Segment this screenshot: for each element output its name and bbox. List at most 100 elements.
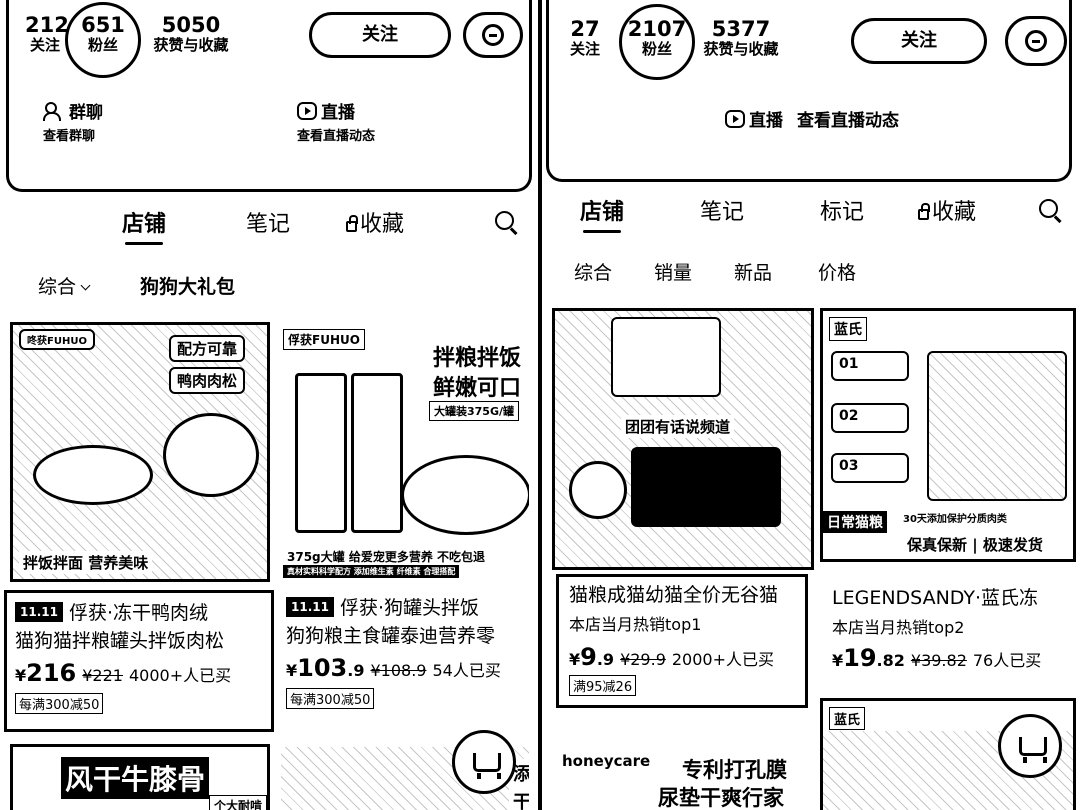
product-card-info[interactable]: 11.11 俘获·冻干鸭肉绒 猫狗猫拌粮罐头拌饭肉松 ¥216 ¥221 4000+人… <box>4 590 274 732</box>
followers-stat[interactable]: 651 粉丝 <box>75 14 131 54</box>
food-bag-graphic <box>927 351 1067 501</box>
coupon-badge: 每满300减50 <box>15 693 104 714</box>
chevron-down-icon <box>80 280 91 291</box>
original-price: ¥39.82 <box>910 651 967 670</box>
filter-new[interactable]: 新品 <box>734 258 772 285</box>
price: ¥103.9 <box>286 654 365 682</box>
cart-icon[interactable] <box>452 730 516 794</box>
original-price: ¥29.9 <box>620 650 666 669</box>
jar-graphic <box>163 413 259 497</box>
image-label: 干 <box>509 787 529 810</box>
following-stat[interactable]: 212 关注 <box>25 13 69 54</box>
dialog-graphic <box>631 447 781 527</box>
image-label: 30天添加保护分质肉类 <box>899 509 1011 526</box>
price-row: ¥19.82 ¥39.82 76人已买 <box>832 644 1078 672</box>
product-title-line2: 猫狗猫拌粮罐头拌饭肉松 <box>15 630 225 652</box>
live-entry[interactable]: 直播 查看直播动态 <box>725 106 899 131</box>
tab-favorites[interactable]: 收藏 <box>346 206 404 238</box>
rank-label: 本店当月热销top2 <box>832 618 965 637</box>
sold-count: 2000+人已买 <box>671 650 775 669</box>
live-icon <box>297 101 317 120</box>
tab-notes[interactable]: 笔记 <box>246 206 290 238</box>
step-label: 01 <box>839 356 859 372</box>
image-headline: 风干牛膝骨 <box>61 757 210 799</box>
following-stat[interactable]: 27 关注 <box>565 18 605 58</box>
product-image[interactable]: 俘获FUHUO 拌粮拌饭 鲜嫩可口 大罐装375G/罐 375g大罐 给爱宠更多… <box>278 322 532 582</box>
likes-stat[interactable]: 5377 获赞与收藏 <box>695 18 787 58</box>
brand-logo: 蓝氏 <box>829 317 867 341</box>
left-screenshot-pane: 212 关注 651 粉丝 5050 获赞与收藏 关注 群聊 查看群聊 直播 查… <box>0 0 538 810</box>
filter-gift-pack[interactable]: 狗狗大礼包 <box>140 272 235 299</box>
original-price: ¥221 <box>82 666 123 685</box>
group-chat-title: 群聊 <box>69 103 103 123</box>
bowl-graphic <box>33 445 153 505</box>
profile-card: 212 关注 651 粉丝 5050 获赞与收藏 关注 群聊 查看群聊 直播 查… <box>6 0 532 192</box>
filter-sales[interactable]: 销量 <box>654 258 692 285</box>
price: ¥19.82 <box>832 644 905 672</box>
bowl-graphic <box>401 455 529 535</box>
can-graphic <box>351 373 403 533</box>
tab-shop[interactable]: 店铺 <box>580 194 624 233</box>
step-panel: 02 <box>831 403 909 433</box>
step-label: 02 <box>839 408 859 424</box>
filter-price[interactable]: 价格 <box>818 258 856 285</box>
following-label: 关注 <box>29 36 60 54</box>
tab-marks[interactable]: 标记 <box>820 194 864 226</box>
followers-count: 651 <box>81 13 125 37</box>
follow-button[interactable]: 关注 <box>851 18 987 64</box>
follow-button[interactable]: 关注 <box>309 12 451 58</box>
followers-stat[interactable]: 2107 粉丝 <box>625 18 689 58</box>
tab-shop[interactable]: 店铺 <box>122 206 166 245</box>
product-image[interactable]: 风干牛膝骨 个大耐啃 <box>10 744 270 810</box>
filter-overall[interactable]: 综合 <box>38 272 91 299</box>
tab-notes[interactable]: 笔记 <box>700 194 744 226</box>
filter-overall[interactable]: 综合 <box>574 258 612 285</box>
live-entry[interactable]: 直播 查看直播动态 <box>297 98 375 144</box>
chat-button[interactable] <box>1005 16 1067 66</box>
live-subtitle: 查看直播动态 <box>297 129 376 144</box>
group-chat-entry[interactable]: 群聊 查看群聊 <box>43 98 103 144</box>
live-subtitle: 查看直播动态 <box>797 111 899 131</box>
tab-favorites-label: 收藏 <box>932 200 977 225</box>
product-card-info[interactable]: LEGENDSANDY·蓝氏冻 本店当月热销top2 ¥19.82 ¥39.82 7… <box>832 584 1078 684</box>
price-row: ¥103.9 ¥108.9 54人已买 <box>286 654 532 682</box>
original-price: ¥108.9 <box>370 661 427 680</box>
following-count: 212 <box>25 13 69 37</box>
step-label: 03 <box>839 458 859 474</box>
tab-favorites-label: 收藏 <box>360 212 405 237</box>
followers-label: 粉丝 <box>87 36 118 54</box>
sold-count: 76人已买 <box>972 651 1042 670</box>
product-card-info[interactable]: 11.11 俘获·狗罐头拌饭 狗狗粮主食罐泰迪营养零 ¥103.9 ¥108.9 54… <box>286 594 532 734</box>
product-image[interactable]: 团团有话说频道 <box>552 308 814 570</box>
tab-favorites[interactable]: 收藏 <box>918 194 976 226</box>
following-label: 关注 <box>569 40 600 58</box>
can-graphic <box>295 373 347 533</box>
image-label: 日常猫粮 <box>823 511 887 533</box>
product-card-info[interactable]: 猫粮成猫幼猫全价无谷猫 本店当月热销top1 ¥9.9 ¥29.9 2000+人已买… <box>556 574 808 708</box>
search-icon[interactable] <box>494 210 520 236</box>
chat-button[interactable] <box>463 12 523 58</box>
cart-icon[interactable] <box>998 714 1062 778</box>
sale-badge: 11.11 <box>15 602 63 622</box>
lock-icon <box>918 203 930 220</box>
chat-icon <box>482 24 504 46</box>
image-headline: 鲜嫩可口 <box>429 369 526 403</box>
brand-logo: honeycare <box>562 752 651 770</box>
brand-logo: 俘获FUHUO <box>283 329 365 350</box>
likes-stat[interactable]: 5050 获赞与收藏 <box>145 14 237 54</box>
product-image[interactable]: 咚获FUHUO 配方可靠 鸭肉肉松 拌饭拌面 营养美味 <box>10 322 270 582</box>
brand-logo: 蓝氏 <box>829 707 866 730</box>
sold-count: 54人已买 <box>432 661 501 680</box>
search-icon[interactable] <box>1038 198 1064 224</box>
product-title-line2: 狗狗粮主食罐泰迪营养零 <box>286 625 496 647</box>
likes-count: 5377 <box>711 17 771 41</box>
brand-tag: 咚获FUHUO <box>19 329 95 350</box>
live-icon <box>725 109 745 128</box>
followers-label: 粉丝 <box>641 40 672 58</box>
chat-icon <box>1025 30 1047 52</box>
product-title-line1: 俘获·狗罐头拌饭 <box>339 597 480 619</box>
group-chat-icon <box>43 101 65 121</box>
product-image[interactable]: 蓝氏 01 02 03 日常猫粮 30天添加保护分质肉类 保真保新 | 极速发货 <box>820 308 1076 562</box>
product-image[interactable]: honeycare 专利打孔膜 尿垫干爽行家 <box>558 744 808 810</box>
group-chat-subtitle: 查看群聊 <box>43 129 96 144</box>
